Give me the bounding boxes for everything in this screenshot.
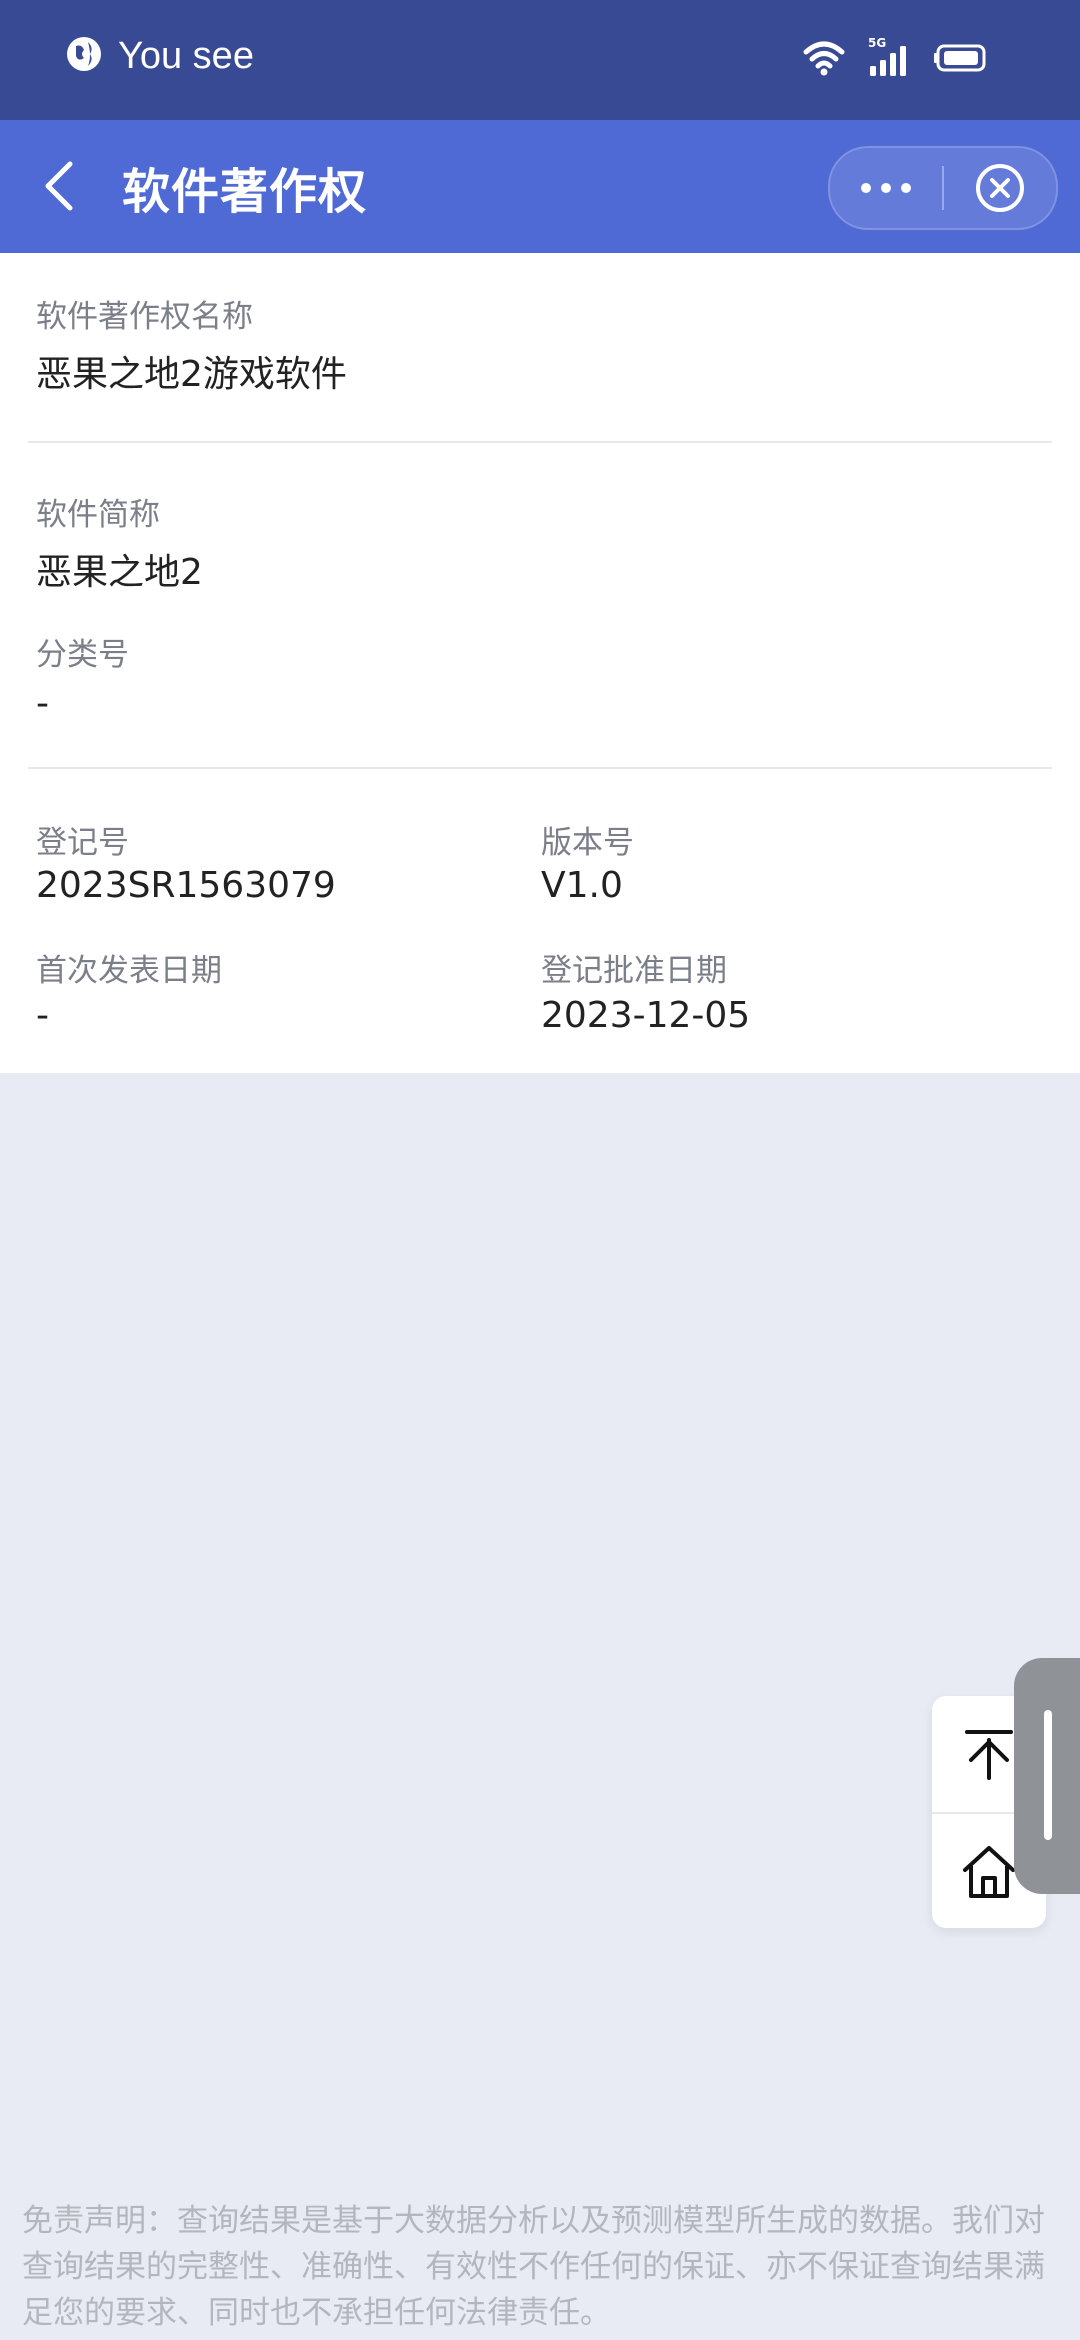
chevron-left-icon [45, 161, 73, 211]
side-drawer-handle[interactable] [1014, 1658, 1080, 1894]
more-dot-icon [861, 183, 871, 193]
more-dot-icon [881, 183, 891, 193]
back-to-top-icon [965, 1730, 1013, 1780]
battery-icon [934, 43, 990, 77]
status-bar: You see 5G [0, 0, 1080, 120]
category-value: - [36, 683, 49, 724]
close-circle-icon [976, 164, 1024, 212]
first-pub-date-label: 首次发表日期 [36, 953, 222, 989]
short-name-value: 恶果之地2 [36, 552, 203, 593]
disclaimer-text: 免责声明：查询结果是基于大数据分析以及预测模型所生成的数据。我们对查询结果的完整… [22, 2203, 1045, 2331]
status-left: You see [64, 34, 254, 78]
software-name-label: 软件著作权名称 [36, 299, 253, 335]
first-pub-date-value: - [36, 995, 49, 1036]
more-button[interactable] [830, 148, 942, 228]
drawer-handle-bar [1044, 1710, 1052, 1840]
category-label: 分类号 [36, 637, 129, 673]
more-dot-icon [901, 183, 911, 193]
approval-date-label: 登记批准日期 [541, 953, 727, 989]
home-icon [963, 1846, 1015, 1898]
section-divider [28, 441, 1052, 443]
back-button[interactable] [30, 156, 90, 216]
details-card: 软件著作权名称 恶果之地2游戏软件 软件简称 恶果之地2 分类号 - 登记号 2… [0, 253, 1080, 1073]
close-button[interactable] [944, 148, 1056, 228]
status-icons: 5G [802, 36, 990, 82]
reg-no-label: 登记号 [36, 825, 129, 861]
short-name-label: 软件简称 [36, 497, 160, 533]
software-name-value: 恶果之地2游戏软件 [36, 354, 347, 395]
mini-program-capsule [828, 146, 1058, 230]
status-app-name: You see [118, 34, 254, 77]
app-header: 软件著作权 [0, 120, 1080, 253]
signal-5g-icon: 5G [868, 36, 912, 80]
reg-no-value: 2023SR1563079 [36, 865, 336, 906]
section-divider [28, 767, 1052, 769]
page-title: 软件著作权 [122, 164, 368, 220]
wifi-icon [802, 38, 846, 82]
globe-icon [64, 34, 104, 78]
version-value: V1.0 [541, 865, 623, 906]
version-label: 版本号 [541, 825, 634, 861]
approval-date-value: 2023-12-05 [541, 995, 751, 1036]
